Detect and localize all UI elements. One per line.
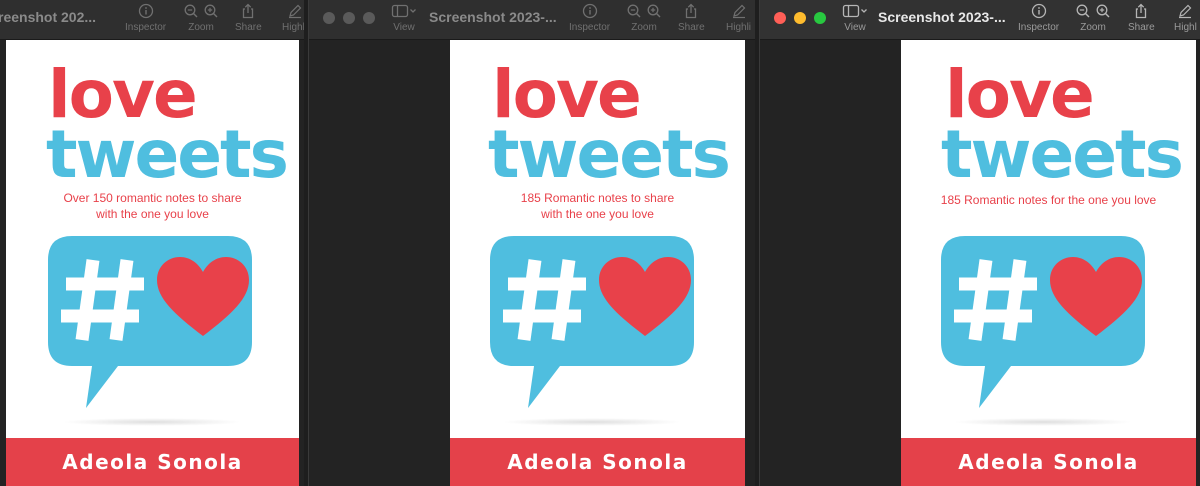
preview-window-3: View Screenshot 2023-... Inspector Zoom … bbox=[759, 0, 1200, 486]
subtitle-line-1: Over 150 romantic notes to share bbox=[63, 191, 242, 205]
window-toolbar: reenshot 202... Inspector Zoom Share Hig… bbox=[0, 0, 304, 40]
info-icon bbox=[138, 3, 153, 19]
preview-window-2: View Screenshot 2023-... Inspector Zoom … bbox=[308, 0, 755, 486]
cover-title-tweets: tweets bbox=[941, 116, 1184, 193]
highlight-pen-icon bbox=[1179, 4, 1192, 19]
window-toolbar: View Screenshot 2023-... Inspector Zoom … bbox=[309, 0, 755, 40]
book-cover-page[interactable]: love tweets Over 150 romantic notes to s… bbox=[6, 40, 299, 486]
share-button[interactable]: Share bbox=[678, 3, 705, 33]
sidebar-icon bbox=[391, 4, 416, 18]
view-button[interactable]: View bbox=[391, 3, 417, 33]
info-icon bbox=[582, 3, 597, 19]
window-title[interactable]: Screenshot 2023-... bbox=[878, 9, 1006, 25]
author-band: Adeola Sonola bbox=[450, 438, 745, 486]
zoom-in-icon[interactable] bbox=[204, 3, 218, 19]
inspector-label: Inspector bbox=[1018, 22, 1060, 33]
window-toolbar: View Screenshot 2023-... Inspector Zoom … bbox=[760, 0, 1200, 40]
cover-subtitle: 185 Romantic notes for the one you love bbox=[901, 192, 1196, 208]
highlight-button[interactable]: Highli bbox=[282, 3, 304, 33]
share-button[interactable]: Share bbox=[1128, 3, 1155, 33]
zoom-window-button[interactable] bbox=[814, 12, 826, 24]
speech-bubble-illustration bbox=[48, 236, 252, 408]
bubble-shadow bbox=[502, 418, 682, 426]
share-button[interactable]: Share bbox=[235, 3, 262, 33]
subtitle-line-1: 185 Romantic notes to share bbox=[520, 191, 675, 205]
highlight-label: Highli bbox=[282, 22, 304, 33]
document-area[interactable]: love tweets 185 Romantic notes to share … bbox=[309, 40, 755, 486]
highlight-pen-icon bbox=[288, 4, 301, 19]
zoom-control[interactable]: Zoom bbox=[1076, 3, 1110, 33]
minimize-button[interactable] bbox=[343, 12, 355, 24]
bubble-shadow bbox=[953, 418, 1133, 426]
view-label: View bbox=[393, 22, 415, 33]
window-title[interactable]: reenshot 202... bbox=[0, 9, 96, 25]
share-icon bbox=[243, 3, 254, 19]
inspector-button[interactable]: Inspector bbox=[1018, 3, 1059, 33]
sidebar-icon bbox=[842, 4, 867, 18]
subtitle-line-1: 185 Romantic notes for the one you love bbox=[940, 193, 1157, 207]
subtitle-line-2: with the one you love bbox=[96, 207, 209, 221]
zoom-label: Zoom bbox=[188, 22, 214, 33]
author-band: Adeola Sonola bbox=[901, 438, 1196, 486]
traffic-lights[interactable] bbox=[323, 12, 375, 24]
view-button[interactable]: View bbox=[842, 3, 868, 33]
inspector-button[interactable]: Inspector bbox=[125, 3, 166, 33]
cover-title-tweets: tweets bbox=[46, 116, 289, 193]
zoom-control[interactable]: Zoom bbox=[627, 3, 661, 33]
zoom-label: Zoom bbox=[631, 22, 657, 33]
zoom-window-button[interactable] bbox=[363, 12, 375, 24]
info-icon bbox=[1031, 3, 1046, 19]
share-icon bbox=[1136, 3, 1147, 19]
book-cover-page[interactable]: love tweets 185 Romantic notes to share … bbox=[450, 40, 745, 486]
preview-window-1: reenshot 202... Inspector Zoom Share Hig… bbox=[0, 0, 304, 486]
zoom-out-icon[interactable] bbox=[184, 3, 198, 19]
highlight-button[interactable]: Highl bbox=[1174, 3, 1197, 33]
inspector-button[interactable]: Inspector bbox=[569, 3, 610, 33]
zoom-control[interactable]: Zoom bbox=[184, 3, 218, 33]
document-area[interactable]: love tweets Over 150 romantic notes to s… bbox=[0, 40, 304, 486]
document-area[interactable]: love tweets 185 Romantic notes for the o… bbox=[760, 40, 1200, 486]
highlight-label: Highl bbox=[1174, 22, 1197, 33]
speech-bubble-illustration bbox=[941, 236, 1145, 408]
zoom-in-icon[interactable] bbox=[1096, 3, 1110, 19]
inspector-label: Inspector bbox=[125, 22, 167, 33]
share-label: Share bbox=[678, 22, 705, 33]
speech-bubble-illustration bbox=[490, 236, 694, 408]
zoom-out-icon[interactable] bbox=[1076, 3, 1090, 19]
inspector-label: Inspector bbox=[569, 22, 611, 33]
window-title[interactable]: Screenshot 2023-... bbox=[429, 9, 557, 25]
bubble-shadow bbox=[62, 418, 242, 426]
author-name: Adeola Sonola bbox=[507, 450, 688, 474]
traffic-lights[interactable] bbox=[774, 12, 826, 24]
book-cover-page[interactable]: love tweets 185 Romantic notes for the o… bbox=[901, 40, 1196, 486]
subtitle-line-2: with the one you love bbox=[541, 207, 654, 221]
author-name: Adeola Sonola bbox=[62, 450, 243, 474]
highlight-label: Highli bbox=[726, 22, 752, 33]
highlight-pen-icon bbox=[732, 4, 745, 19]
cover-subtitle: Over 150 romantic notes to share with th… bbox=[6, 190, 299, 222]
highlight-button[interactable]: Highli bbox=[726, 3, 751, 33]
close-button[interactable] bbox=[323, 12, 335, 24]
cover-subtitle: 185 Romantic notes to share with the one… bbox=[450, 190, 745, 222]
zoom-in-icon[interactable] bbox=[647, 3, 661, 19]
cover-title-tweets: tweets bbox=[488, 116, 731, 193]
author-name: Adeola Sonola bbox=[958, 450, 1139, 474]
zoom-label: Zoom bbox=[1080, 22, 1106, 33]
view-label: View bbox=[844, 22, 866, 33]
author-band: Adeola Sonola bbox=[6, 438, 299, 486]
share-icon bbox=[686, 3, 697, 19]
share-label: Share bbox=[235, 22, 262, 33]
share-label: Share bbox=[1128, 22, 1155, 33]
close-button[interactable] bbox=[774, 12, 786, 24]
zoom-out-icon[interactable] bbox=[627, 3, 641, 19]
minimize-button[interactable] bbox=[794, 12, 806, 24]
